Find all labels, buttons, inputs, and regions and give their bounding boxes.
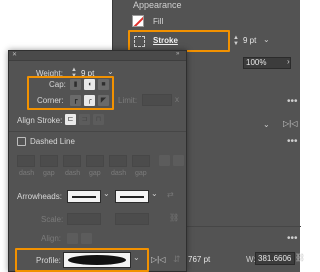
round-join-icon[interactable]: ╭ (84, 95, 95, 106)
stroke-swatch-icon[interactable] (134, 36, 145, 47)
dash-label: dash (111, 170, 127, 177)
start-scale-field[interactable] (67, 213, 101, 225)
gap-field[interactable] (86, 155, 104, 167)
gap-label: gap (89, 170, 101, 177)
dashed-line-label: Dashed Line (30, 137, 75, 146)
end-scale-field[interactable] (115, 213, 149, 225)
dash-label: dash (19, 170, 35, 177)
arrow-place-at-end-icon[interactable] (81, 233, 92, 244)
start-arrowhead-select[interactable] (67, 190, 101, 203)
profile-chevron-down-icon[interactable]: ⌄ (133, 253, 140, 262)
align-outside-icon[interactable]: ⊓ (93, 114, 104, 125)
limit-field[interactable] (142, 94, 172, 106)
gap-field[interactable] (132, 155, 150, 167)
limit-label: Limit: (118, 96, 138, 105)
stroke-weight-stepper-icon[interactable]: ▲ ▼ (232, 35, 240, 47)
divider (9, 131, 186, 132)
fill-none-swatch-icon[interactable] (132, 15, 144, 27)
end-arrowhead-select[interactable] (115, 190, 149, 203)
scale-label: Scale: (41, 215, 64, 224)
align-center-icon[interactable]: ⊏ (65, 114, 76, 125)
dashed-line-checkbox[interactable] (17, 137, 26, 146)
opacity-field[interactable]: 100% (243, 57, 291, 69)
weight-chevron-down-icon[interactable]: ⌄ (107, 67, 114, 76)
butt-cap-icon[interactable]: ▮ (70, 79, 81, 90)
preserve-dash-icon[interactable] (159, 155, 170, 166)
stroke-link[interactable]: Stroke (153, 36, 178, 45)
swap-arrowheads-icon[interactable]: ⇄ (167, 190, 174, 199)
fill-label[interactable]: Fill (153, 17, 163, 26)
round-cap-icon[interactable]: ◖ (84, 79, 95, 90)
dash-field[interactable] (63, 155, 81, 167)
stroke-weight-value[interactable]: 9 pt (243, 36, 256, 45)
profile-chevron-down-icon[interactable]: ⌄ (263, 120, 270, 129)
miter-join-icon[interactable]: ┏ (70, 95, 81, 106)
panel-header: ✕ » (9, 51, 186, 61)
align-arrow-label: Align: (41, 234, 62, 243)
corner-label: Corner: (37, 96, 64, 105)
limit-multiplier-icon: x (175, 95, 179, 104)
flip-profile-icon[interactable]: ▷|◁ (283, 119, 297, 128)
bevel-join-icon[interactable]: ◤ (98, 95, 109, 106)
more-options-icon[interactable]: ••• (287, 96, 298, 107)
link-icon[interactable]: ⛓ (295, 253, 305, 262)
stroke-panel: ✕ » Weight: ▲ ▼ 9 pt ⌄ Cap: ▮ ◖ ■ Corner:… (8, 50, 187, 272)
link-scale-icon[interactable]: ⛓ (169, 213, 179, 222)
end-arrowhead-chevron-down-icon[interactable]: ⌄ (151, 189, 158, 198)
profile-select[interactable] (63, 252, 131, 268)
arrow-extend-beyond-icon[interactable] (67, 233, 78, 244)
align-inside-icon[interactable]: ⊐ (79, 114, 90, 125)
stroke-weight-chevron-down-icon[interactable]: ⌄ (263, 35, 270, 44)
dash-label: dash (65, 170, 81, 177)
cap-label: Cap: (49, 80, 66, 89)
collapse-icon[interactable]: » (176, 51, 179, 57)
gap-field[interactable] (40, 155, 58, 167)
opacity-arrow-right-icon[interactable]: › (287, 57, 290, 66)
dash-field[interactable] (17, 155, 35, 167)
flip-across-icon[interactable]: ⇵ (173, 254, 181, 265)
align-dashes-icon[interactable] (173, 155, 184, 166)
flip-along-icon[interactable]: ▷|◁ (151, 255, 165, 264)
start-arrowhead-chevron-down-icon[interactable]: ⌄ (103, 189, 110, 198)
gap-label: gap (135, 170, 147, 177)
close-icon[interactable]: ✕ (12, 51, 17, 58)
more-options-icon[interactable]: ••• (287, 233, 298, 244)
appearance-title: Appearance (133, 0, 182, 10)
dash-field[interactable] (109, 155, 127, 167)
profile-label: Profile: (36, 256, 61, 265)
more-options-icon[interactable]: ••• (287, 136, 298, 147)
width-profile-shape-icon (68, 255, 126, 265)
arrowheads-label: Arrowheads: (17, 192, 62, 201)
gap-label: gap (43, 170, 55, 177)
width-field[interactable]: 381.6606 pt (255, 252, 295, 265)
width-partial-value: 767 pt (188, 255, 211, 264)
projecting-cap-icon[interactable]: ■ (98, 79, 109, 90)
align-stroke-label: Align Stroke: (17, 116, 63, 125)
